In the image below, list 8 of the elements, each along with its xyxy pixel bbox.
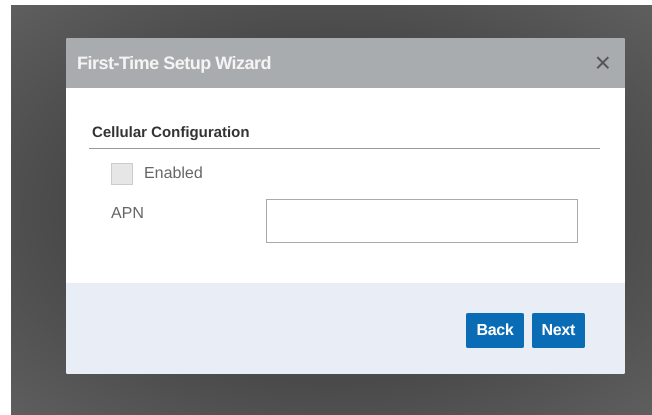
wizard-button[interactable]: Next [532, 313, 585, 348]
section-title: Cellular Configuration [91, 124, 250, 141]
dialog-title: First-Time Setup Wizard [77, 52, 272, 74]
input-field[interactable] [266, 199, 578, 243]
field-label: APN [111, 205, 145, 223]
wizard-button[interactable]: Back [466, 313, 524, 348]
checkbox-label: Enabled [144, 165, 203, 183]
close-button[interactable]: × [590, 49, 615, 77]
